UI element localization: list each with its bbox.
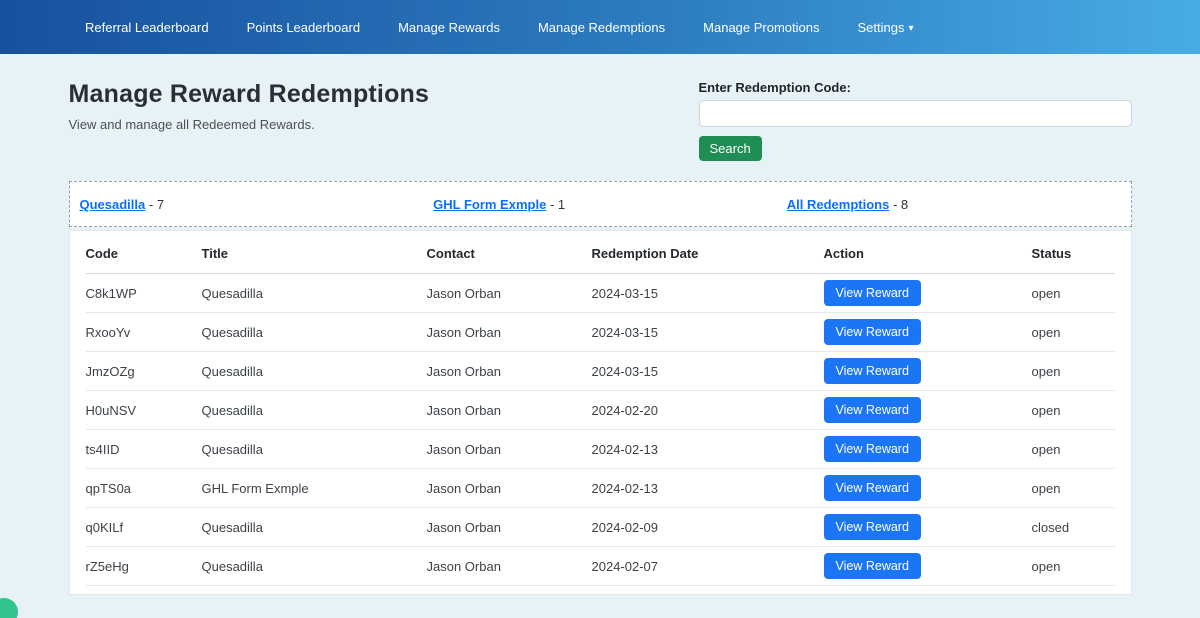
nav-manage-redemptions[interactable]: Manage Redemptions [538,20,665,35]
chat-widget-icon[interactable] [0,598,18,618]
filter-ghl-form-count: 1 [557,196,566,212]
cell-title: Quesadilla [201,312,427,352]
filter-all-redemptions-count: 8 [900,196,909,212]
cell-date: 2024-03-15 [591,312,824,352]
view-reward-button[interactable]: View Reward [823,280,921,306]
filter-separator: - [892,196,898,212]
header-row: Manage Reward Redemptions View and manag… [69,80,1132,161]
column-header-title: Title [201,231,427,274]
cell-title: Quesadilla [201,273,427,313]
nav-manage-promotions[interactable]: Manage Promotions [703,20,819,35]
cell-contact: Jason Orban [426,273,592,313]
cell-code: rZ5eHg [85,546,202,586]
cell-date: 2024-02-13 [591,468,824,508]
cell-status: open [1031,312,1115,352]
view-reward-button[interactable]: View Reward [823,436,921,462]
table-row: q0KILf Quesadilla Jason Orban 2024-02-09… [85,507,1115,547]
cell-date: 2024-02-09 [591,507,824,547]
filter-ghl-form: GHL Form Exmple - 1 [423,197,777,212]
cell-contact: Jason Orban [426,546,592,586]
filter-all-redemptions-link[interactable]: All Redemptions [787,197,890,212]
cell-title: Quesadilla [201,429,427,469]
cell-date: 2024-03-15 [591,351,824,391]
cell-status: open [1031,546,1115,586]
column-header-date: Redemption Date [591,231,824,274]
cell-contact: Jason Orban [426,312,592,352]
table-row: C8k1WP Quesadilla Jason Orban 2024-03-15… [85,273,1115,313]
cell-code: C8k1WP [85,273,202,313]
search-block: Enter Redemption Code: Search [698,80,1132,161]
filter-separator: - [549,196,555,212]
filter-all-redemptions: All Redemptions - 8 [777,197,1131,212]
cell-date: 2024-02-20 [591,390,824,430]
cell-code: H0uNSV [85,390,202,430]
view-reward-button[interactable]: View Reward [823,319,921,345]
redemptions-table-container: Code Title Contact Redemption Date Actio… [68,230,1132,595]
nav-settings-dropdown[interactable]: Settings ▾ [858,20,914,35]
cell-contact: Jason Orban [426,507,592,547]
cell-contact: Jason Orban [426,468,592,508]
view-reward-button[interactable]: View Reward [823,553,921,579]
cell-date: 2024-02-13 [591,429,824,469]
cell-code: qpTS0a [85,468,202,508]
table-row: ts4IID Quesadilla Jason Orban 2024-02-13… [85,429,1115,469]
cell-status: open [1031,468,1115,508]
redemption-code-label: Enter Redemption Code: [698,80,851,95]
table-row: JmzOZg Quesadilla Jason Orban 2024-03-15… [85,351,1115,391]
cell-status: open [1031,390,1115,430]
table-row: rZ5eHg Quesadilla Jason Orban 2024-02-07… [85,546,1115,586]
cell-contact: Jason Orban [426,390,592,430]
cell-date: 2024-03-15 [591,273,824,313]
redemptions-table: Code Title Contact Redemption Date Actio… [85,231,1115,586]
nav-manage-rewards[interactable]: Manage Rewards [398,20,500,35]
cell-status: open [1031,429,1115,469]
nav-referral-leaderboard[interactable]: Referral Leaderboard [85,20,209,35]
column-header-code: Code [85,231,202,274]
column-header-status: Status [1031,231,1115,274]
cell-code: ts4IID [85,429,202,469]
cell-contact: Jason Orban [426,429,592,469]
cell-code: JmzOZg [85,351,202,391]
view-reward-button[interactable]: View Reward [823,514,921,540]
cell-status: open [1031,273,1115,313]
filter-quesadilla-link[interactable]: Quesadilla [80,197,146,212]
view-reward-button[interactable]: View Reward [823,358,921,384]
filter-box: Quesadilla - 7 GHL Form Exmple - 1 All R… [68,181,1132,227]
filter-quesadilla: Quesadilla - 7 [70,197,424,212]
nav-settings-label: Settings [857,19,905,35]
cell-date: 2024-02-07 [591,546,824,586]
main-content: Manage Reward Redemptions View and manag… [68,80,1132,595]
cell-title: GHL Form Exmple [201,468,427,508]
column-header-contact: Contact [426,231,592,274]
filter-ghl-form-link[interactable]: GHL Form Exmple [433,197,546,212]
nav-points-leaderboard[interactable]: Points Leaderboard [247,20,360,35]
page-subtitle: View and manage all Redeemed Rewards. [68,117,315,132]
filter-separator: - [148,196,154,212]
redemption-code-input[interactable] [698,100,1132,127]
column-header-action: Action [823,231,1032,274]
page-title: Manage Reward Redemptions [68,80,430,108]
table-row: H0uNSV Quesadilla Jason Orban 2024-02-20… [85,390,1115,430]
cell-contact: Jason Orban [426,351,592,391]
view-reward-button[interactable]: View Reward [823,397,921,423]
table-row: qpTS0a GHL Form Exmple Jason Orban 2024-… [85,468,1115,508]
table-row: RxooYv Quesadilla Jason Orban 2024-03-15… [85,312,1115,352]
cell-title: Quesadilla [201,390,427,430]
cell-status: open [1031,351,1115,391]
caret-down-icon: ▾ [908,22,914,34]
cell-title: Quesadilla [201,507,427,547]
cell-code: q0KILf [85,507,202,547]
heading-block: Manage Reward Redemptions View and manag… [69,80,430,132]
cell-code: RxooYv [85,312,202,352]
view-reward-button[interactable]: View Reward [823,475,921,501]
search-button[interactable]: Search [698,136,762,161]
cell-title: Quesadilla [201,546,427,586]
top-navbar: Referral Leaderboard Points Leaderboard … [0,0,1200,54]
cell-title: Quesadilla [201,351,427,391]
cell-status: closed [1031,507,1115,547]
filter-quesadilla-count: 7 [156,196,165,212]
table-header-row: Code Title Contact Redemption Date Actio… [85,231,1115,274]
